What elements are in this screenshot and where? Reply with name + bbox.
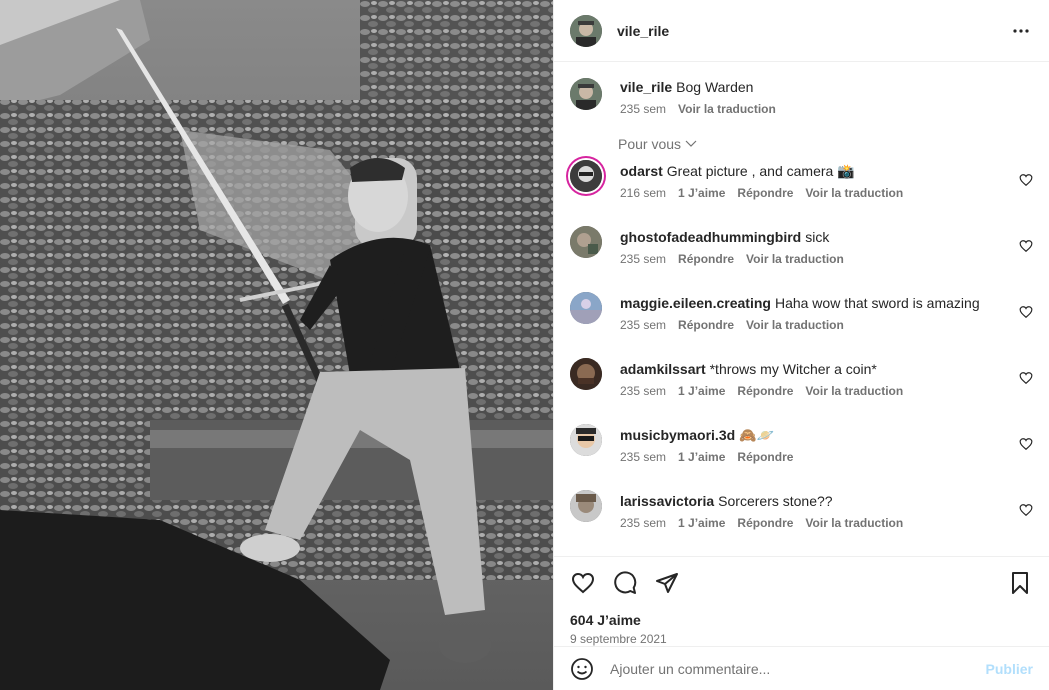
likes-count[interactable]: 604 J’aime <box>554 612 1049 628</box>
caption-username[interactable]: vile_rile <box>620 79 672 95</box>
commenter-avatar[interactable] <box>570 226 602 258</box>
like-comment-heart-icon[interactable] <box>1019 239 1033 253</box>
comment-text: Sorcerers stone?? <box>718 493 833 509</box>
like-comment-heart-icon[interactable] <box>1019 173 1033 187</box>
emoji-icon[interactable] <box>570 657 594 681</box>
reply-button[interactable]: Répondre <box>737 384 793 398</box>
comment-text: Great picture , and camera 📸 <box>666 163 855 179</box>
comment-item: larissavictoria Sorcerers stone?? 235 sem… <box>570 490 1033 556</box>
comment-likes[interactable]: 1 J’aime <box>678 450 725 464</box>
translate-link[interactable]: Voir la traduction <box>746 318 844 332</box>
like-comment-heart-icon[interactable] <box>1019 371 1033 385</box>
like-heart-icon[interactable] <box>570 570 596 596</box>
commenter-avatar[interactable] <box>570 424 602 456</box>
comment-likes[interactable]: 1 J’aime <box>678 186 725 200</box>
comment-item: odarst Great picture , and camera 📸 216 s… <box>570 160 1033 226</box>
comment-list: odarst Great picture , and camera 📸 216 s… <box>570 160 1033 556</box>
post-caption: vile_rile Bog Warden 235 sem Voir la trad… <box>570 62 1033 116</box>
author-username[interactable]: vile_rile <box>617 23 669 39</box>
bookmark-icon[interactable] <box>1007 570 1033 596</box>
comment-username[interactable]: larissavictoria <box>620 493 714 509</box>
photo-image <box>0 0 553 690</box>
like-comment-heart-icon[interactable] <box>1019 437 1033 451</box>
comment-age[interactable]: 216 sem <box>620 186 666 200</box>
comment-item: ghostofadeadhummingbird sick 235 sem Répo… <box>570 226 1033 292</box>
comment-likes[interactable]: 1 J’aime <box>678 384 725 398</box>
post-details-panel: vile_rile vile_rile Bog Warden 235 sem Vo… <box>553 0 1049 690</box>
translate-link[interactable]: Voir la traduction <box>805 516 903 530</box>
add-comment-bar: Publier <box>554 646 1049 690</box>
comment-icon[interactable] <box>612 570 638 596</box>
comment-username[interactable]: adamkilssart <box>620 361 706 377</box>
comment-username[interactable]: ghostofadeadhummingbird <box>620 229 801 245</box>
caption-avatar[interactable] <box>570 78 602 110</box>
publish-button[interactable]: Publier <box>986 661 1033 677</box>
post-viewer: vile_rile vile_rile Bog Warden 235 sem Vo… <box>0 0 1049 690</box>
comment-age[interactable]: 235 sem <box>620 450 666 464</box>
comment-username[interactable]: musicbymaori.3d <box>620 427 735 443</box>
comment-input[interactable] <box>610 660 986 677</box>
translate-link[interactable]: Voir la traduction <box>805 384 903 398</box>
comment-age[interactable]: 235 sem <box>620 516 666 530</box>
comment-age[interactable]: 235 sem <box>620 384 666 398</box>
comment-text: Haha wow that sword is amazing <box>774 295 980 311</box>
comment-text: *throws my Witcher a coin* <box>709 361 877 377</box>
comment-age[interactable]: 235 sem <box>620 252 666 266</box>
commenter-avatar[interactable] <box>570 358 602 390</box>
sort-label: Pour vous <box>618 136 682 152</box>
more-options-icon[interactable] <box>1009 19 1033 43</box>
comment-text: 🙈🪐 <box>739 427 775 443</box>
post-header: vile_rile <box>554 0 1049 62</box>
commenter-avatar[interactable] <box>570 292 602 324</box>
commenter-avatar[interactable] <box>570 490 602 522</box>
commenter-avatar[interactable] <box>570 160 602 192</box>
caption-age[interactable]: 235 sem <box>620 102 666 116</box>
sort-dropdown[interactable]: Pour vous <box>618 136 1033 152</box>
reply-button[interactable]: Répondre <box>678 318 734 332</box>
comment-username[interactable]: maggie.eileen.creating <box>620 295 771 311</box>
reply-button[interactable]: Répondre <box>737 450 793 464</box>
comment-item: adamkilssart *throws my Witcher a coin* 2… <box>570 358 1033 424</box>
reply-button[interactable]: Répondre <box>737 186 793 200</box>
caption-translate-link[interactable]: Voir la traduction <box>678 102 776 116</box>
reply-button[interactable]: Répondre <box>737 516 793 530</box>
translate-link[interactable]: Voir la traduction <box>746 252 844 266</box>
post-date[interactable]: 9 septembre 2021 <box>554 632 1049 646</box>
author-avatar[interactable] <box>570 14 602 47</box>
comment-text: sick <box>805 229 830 245</box>
like-comment-heart-icon[interactable] <box>1019 503 1033 517</box>
comment-item: maggie.eileen.creating Haha wow that swor… <box>570 292 1033 358</box>
caption-text: Bog Warden <box>676 79 754 95</box>
post-photo[interactable] <box>0 0 553 690</box>
comment-likes[interactable]: 1 J’aime <box>678 516 725 530</box>
comment-username[interactable]: odarst <box>620 163 663 179</box>
comments-section[interactable]: vile_rile Bog Warden 235 sem Voir la trad… <box>554 62 1049 556</box>
comment-item: musicbymaori.3d 🙈🪐 235 sem 1 J’aime Répon… <box>570 424 1033 490</box>
translate-link[interactable]: Voir la traduction <box>805 186 903 200</box>
chevron-down-icon <box>685 140 697 147</box>
like-comment-heart-icon[interactable] <box>1019 305 1033 319</box>
comment-age[interactable]: 235 sem <box>620 318 666 332</box>
share-icon[interactable] <box>654 570 680 596</box>
action-bar <box>554 556 1049 608</box>
reply-button[interactable]: Répondre <box>678 252 734 266</box>
